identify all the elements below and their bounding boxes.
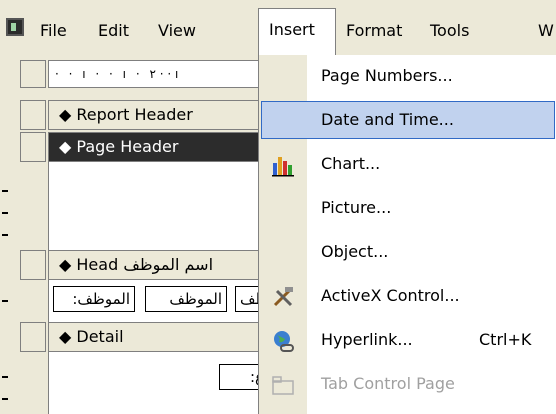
menu-item-label: Tab Control Page: [321, 374, 455, 393]
group-header-area[interactable]: :الموظف الموظف موظف: [48, 280, 275, 322]
menu-format[interactable]: Format: [346, 20, 402, 42]
group-header-selector[interactable]: [20, 250, 46, 280]
menu-item-label: Picture...: [321, 198, 392, 217]
menu-item-chart[interactable]: Chart...: [259, 143, 556, 187]
menu-item-picture[interactable]: Picture...: [259, 187, 556, 231]
menu-view[interactable]: View: [158, 20, 196, 42]
page-header-band[interactable]: ◆ Page Header: [48, 132, 260, 162]
menu-item-label: Chart...: [321, 154, 381, 173]
horizontal-ruler: · · ı · · ı · ٢ · · ı: [48, 60, 260, 88]
menu-item-date-and-time[interactable]: Date and Time...: [259, 99, 556, 143]
activex-tools-icon: [271, 285, 295, 309]
menu-file[interactable]: File: [40, 20, 67, 42]
vertical-ruler-3: [0, 352, 20, 414]
menu-item-label: Hyperlink...: [321, 330, 413, 349]
page-header-area[interactable]: [48, 162, 260, 250]
menu-item-tab-control-page: Tab Control Page: [259, 363, 556, 407]
employee-field[interactable]: الموظف: [145, 286, 227, 312]
menu-item-shortcut: Ctrl+K: [479, 330, 532, 349]
menu-item-label: Object...: [321, 242, 389, 261]
report-header-band[interactable]: ◆ Report Header: [48, 100, 260, 130]
menu-item-hyperlink[interactable]: Hyperlink... Ctrl+K: [259, 319, 556, 363]
menu-insert[interactable]: Insert: [258, 8, 336, 56]
report-header-selector[interactable]: [20, 100, 46, 130]
ruler-corner[interactable]: [20, 60, 46, 88]
vertical-ruler: [0, 162, 20, 242]
detail-area[interactable]: :ع: [48, 352, 269, 414]
menu-item-object[interactable]: Object...: [259, 231, 556, 275]
hyperlink-globe-icon: [271, 329, 295, 353]
group-header-band[interactable]: ◆ Head اسم الموظف: [48, 250, 260, 280]
menu-item-label: Page Numbers...: [321, 66, 453, 85]
page-header-selector[interactable]: [20, 132, 46, 162]
insert-menu: Page Numbers... Date and Time... Chart..…: [258, 55, 556, 414]
detail-band[interactable]: ◆ Detail: [48, 322, 260, 352]
menu-item-label: ActiveX Control...: [321, 286, 460, 305]
vertical-ruler-2: [0, 284, 20, 320]
menu-bar: File Edit View Insert Format Tools W: [0, 0, 556, 58]
detail-selector[interactable]: [20, 322, 46, 352]
menu-insert-label: Insert: [269, 20, 315, 39]
chart-icon: [271, 153, 295, 177]
menu-item-page-numbers[interactable]: Page Numbers...: [259, 55, 556, 99]
menu-edit[interactable]: Edit: [98, 20, 129, 42]
menu-item-label: Date and Time...: [321, 110, 454, 129]
menu-item-activex-control[interactable]: ActiveX Control...: [259, 275, 556, 319]
menu-tools[interactable]: Tools: [430, 20, 469, 42]
access-app-icon: [6, 18, 24, 36]
employee-label[interactable]: :الموظف: [53, 286, 135, 312]
menu-window[interactable]: W: [538, 20, 554, 42]
tab-control-icon: [271, 373, 295, 397]
